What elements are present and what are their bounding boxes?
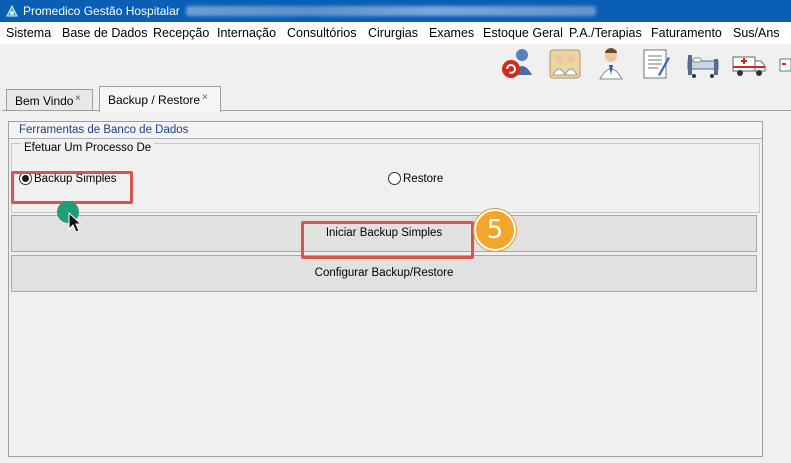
menu-base-de-dados[interactable]: Base de Dados xyxy=(62,26,147,40)
hospital-bed-icon[interactable] xyxy=(684,45,722,83)
menu-estoque-geral[interactable]: Estoque Geral xyxy=(483,26,563,40)
menu-exames[interactable]: Exames xyxy=(429,26,474,40)
highlight-start-button xyxy=(301,221,474,259)
blurred-version-info xyxy=(186,6,596,16)
refresh-users-icon[interactable] xyxy=(498,45,536,83)
radio-label: Restore xyxy=(403,172,444,185)
button-label: Configurar Backup/Restore xyxy=(314,267,454,279)
doctors-group-icon[interactable] xyxy=(546,45,584,83)
menu-bar: Sistema Base de Dados Recepção Internaçã… xyxy=(0,22,791,44)
close-icon[interactable]: × xyxy=(202,92,208,103)
highlight-backup-simples xyxy=(11,171,133,204)
panel-header: Ferramentas de Banco de Dados xyxy=(9,122,762,139)
tab-strip: Bem Vindo × Backup / Restore × xyxy=(0,86,791,112)
window-title: Promedico Gestão Hospitalar xyxy=(23,4,180,18)
panel-title: Ferramentas de Banco de Dados xyxy=(19,124,189,136)
menu-recepcao[interactable]: Recepção xyxy=(153,26,209,40)
toolbar xyxy=(0,44,791,90)
radio-unchecked-icon xyxy=(388,172,401,185)
mouse-cursor-icon xyxy=(68,212,82,233)
tab-backup-restore[interactable]: Backup / Restore × xyxy=(99,86,221,112)
prescription-icon[interactable] xyxy=(636,45,674,83)
title-bar: Promedico Gestão Hospitalar xyxy=(0,0,791,22)
tab-bem-vindo[interactable]: Bem Vindo × xyxy=(6,89,93,111)
tab-label: Bem Vindo xyxy=(15,94,74,108)
configure-backup-button[interactable]: Configurar Backup/Restore xyxy=(11,255,757,292)
menu-cirurgias[interactable]: Cirurgias xyxy=(368,26,418,40)
close-icon[interactable]: × xyxy=(75,93,81,104)
radio-restore[interactable]: Restore xyxy=(388,172,443,185)
app-logo-icon xyxy=(6,4,18,17)
menu-pa-terapias[interactable]: P.A./Terapias xyxy=(569,26,642,40)
tab-content: Ferramentas de Banco de Dados Efetuar Um… xyxy=(2,110,791,463)
doctor-icon[interactable] xyxy=(592,45,630,83)
menu-faturamento[interactable]: Faturamento xyxy=(651,26,722,40)
menu-sus-ans[interactable]: Sus/Ans xyxy=(733,26,780,40)
group-legend: Efetuar Um Processo De xyxy=(21,142,155,154)
menu-internacao[interactable]: Internação xyxy=(217,26,276,40)
menu-consultorios[interactable]: Consultórios xyxy=(287,26,356,40)
ambulance-icon[interactable] xyxy=(730,45,768,83)
more-toolbar-icon[interactable] xyxy=(776,45,791,83)
menu-sistema[interactable]: Sistema xyxy=(6,26,51,40)
step-number-badge: 5 xyxy=(474,209,516,251)
tab-label: Backup / Restore xyxy=(108,93,201,107)
